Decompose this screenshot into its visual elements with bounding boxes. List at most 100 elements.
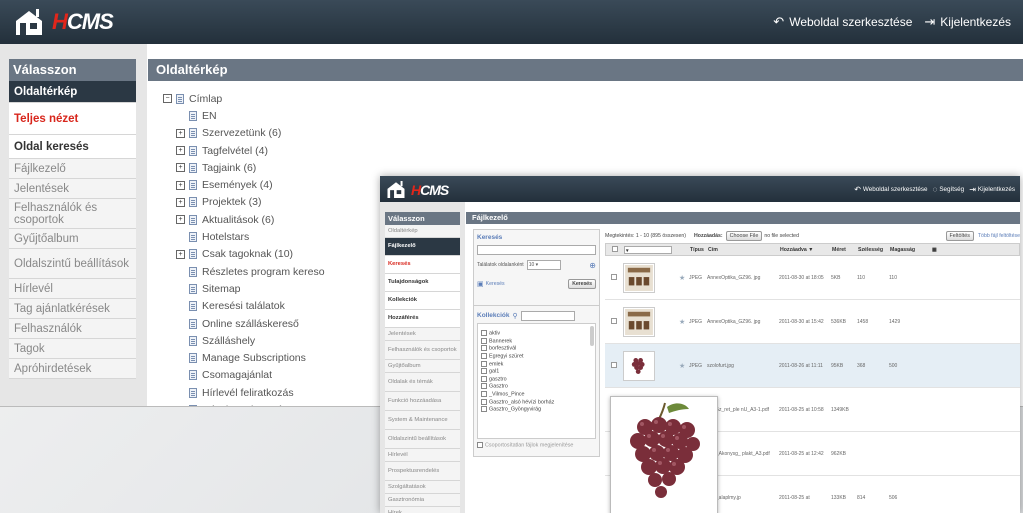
file-title[interactable]: AnnexOptika_GZ96. jpg (707, 275, 779, 281)
sidebar-item-gyujtoalbum[interactable]: Gyűjtőalbum (9, 229, 136, 249)
sidebar-item-aprohirdetesek[interactable]: Apróhirdetések (9, 359, 136, 379)
collection-item[interactable]: Gasztro_Gyöngyvirág (478, 406, 595, 414)
collection-checkbox[interactable] (481, 391, 487, 397)
sidebar-item-jelentesek[interactable]: Jelentések (9, 179, 136, 199)
file-row[interactable]: ★ JPEG AnnexOptika_GZ96. jpg 2011-08-30 at … (605, 300, 1020, 344)
per-page-select[interactable]: 10 ▾ (526, 260, 561, 270)
annex-optika-thumbnail[interactable] (623, 262, 655, 293)
sidebar-item-prospektusrendeles[interactable]: Prospektusrendelés (385, 462, 460, 481)
sidebar-item-funkcio-hozzaadasa[interactable]: Funkció hozzáadása (385, 392, 460, 411)
collection-item[interactable]: gasztro (478, 375, 595, 384)
collections-scrollbar[interactable] (590, 326, 594, 346)
expand-icon[interactable]: + (176, 180, 185, 190)
file-row[interactable]: ★ JPEG szolofurt.jpg 2011-08-26 at 11:11 95K… (605, 344, 1020, 388)
tree-node-tagjaink-6[interactable]: + Tagjaink (6) (163, 159, 493, 176)
choose-file-button[interactable]: Choose File (725, 231, 763, 241)
sidebar-item-fajlkezelo[interactable]: Fájlkezelő (385, 238, 460, 256)
expand-icon[interactable]: + (176, 128, 185, 138)
collection-item[interactable]: Gasztro (478, 383, 595, 391)
search-input[interactable] (477, 245, 596, 255)
file-title[interactable]: szolofurt.jpg (707, 363, 779, 369)
sidebar-item-teljes-nezet[interactable]: Teljes nézet (9, 103, 136, 135)
collapse-icon[interactable]: − (163, 94, 172, 104)
tree-node-cimlap[interactable]: − Címlap (163, 90, 493, 107)
sidebar-item-oldal-kereses[interactable]: Oldal keresés (9, 135, 136, 159)
size-column-header[interactable]: Méret (832, 247, 858, 253)
row-checkbox[interactable] (611, 361, 617, 368)
sidebar-item-kollekciok[interactable]: Kollekciók (385, 292, 460, 310)
sidebar-item-hirlevel[interactable]: Hírlevél (385, 449, 460, 462)
hcms-logo[interactable]: HCMS (386, 181, 449, 198)
help-link[interactable]: ◌ Segítség (933, 185, 965, 194)
view-select[interactable]: ▾ (624, 245, 672, 254)
collection-item[interactable]: aktiv (478, 330, 595, 338)
sidebar-item-hirlevel[interactable]: Hírlevél (9, 279, 136, 299)
collection-checkbox[interactable] (481, 383, 487, 390)
multi-upload-link[interactable]: Több fájl feltöltése (978, 233, 1020, 239)
sidebar-item-tag-ajanlatkeresek[interactable]: Tag ajánlatkérések (9, 299, 136, 319)
sidebar-item-oldalszintu-beallitasok[interactable]: Oldalszintű beállítások (9, 249, 136, 279)
favorite-star-icon[interactable]: ★ (679, 319, 685, 326)
sidebar-item-felhasznalok-es-csoportok[interactable]: Felhasználók és csoportok (9, 199, 136, 229)
logout-link[interactable]: ⇥ Kijelentkezés (924, 14, 1011, 30)
collection-checkbox[interactable] (481, 375, 487, 382)
collection-checkbox[interactable] (481, 337, 487, 344)
sidebar-item-jelentesek[interactable]: Jelentések (385, 328, 460, 341)
sidebar-item-gasztronomia[interactable]: Gasztronómia (385, 494, 460, 507)
sidebar-item-gyujtoalbum[interactable]: Gyűjtőalbum (385, 360, 460, 373)
sidebar-item-oldalszintu-beallitasok[interactable]: Oldalszintű beállítások (385, 430, 460, 449)
annex-optika-thumbnail[interactable] (623, 306, 655, 337)
expand-icon[interactable]: + (176, 249, 185, 259)
sidebar-item-oldalterkep[interactable]: Oldaltérkép (385, 225, 460, 238)
collection-item[interactable]: _Vilmos_Pince (478, 391, 595, 399)
search-button[interactable]: Keresés (568, 279, 596, 289)
grapes-thumbnail[interactable] (623, 350, 655, 381)
row-checkbox[interactable] (611, 317, 617, 324)
expand-icon[interactable]: + (176, 163, 185, 173)
height-column-header[interactable]: Magasság (890, 247, 932, 253)
expand-icon[interactable]: + (176, 215, 185, 225)
edit-site-link[interactable]: ↶ Weboldal szerkesztése (773, 14, 912, 30)
select-all-checkbox[interactable] (612, 245, 618, 252)
sidebar-item-oldalterkep[interactable]: Oldaltérkép (9, 81, 136, 103)
row-checkbox[interactable] (611, 273, 617, 280)
edit-site-link[interactable]: ↶ Weboldal szerkesztése (854, 185, 927, 194)
sidebar-item-fajlkezelo[interactable]: Fájlkezelő (9, 159, 136, 179)
title-column-header[interactable]: Cím (708, 247, 780, 253)
ungrouped-files-toggle[interactable]: Csoportosítatlan fájlok megjelenítése (474, 439, 599, 456)
collection-item[interactable]: Bannerek (478, 337, 595, 346)
tree-node-en[interactable]: EN (163, 107, 493, 124)
width-column-header[interactable]: Szélesség (858, 247, 890, 253)
favorite-star-icon[interactable]: ★ (679, 363, 685, 370)
collection-checkbox[interactable] (481, 345, 487, 352)
save-search-link[interactable]: Keresés (486, 281, 505, 287)
collection-item[interactable]: gal1 (478, 368, 595, 376)
collections-filter-input[interactable] (520, 310, 575, 321)
sidebar-item-szolgaltatasok[interactable]: Szolgáltatások (385, 481, 460, 494)
sidebar-item-felhasznalok-es-csoportok[interactable]: Felhasználók és csoportok (385, 341, 460, 360)
added-column-header[interactable]: Hozzáadva ▼ (780, 247, 832, 253)
sidebar-item-hirek[interactable]: Hírek (385, 507, 460, 513)
sidebar-item-system-maintenance[interactable]: System & Maintenance (385, 411, 460, 430)
upload-button[interactable]: Feltöltés (945, 231, 974, 241)
logout-link[interactable]: ⇥ Kijelentkezés (969, 185, 1015, 194)
collection-checkbox[interactable] (481, 368, 487, 375)
collection-item[interactable]: Egregyi szüret (478, 352, 595, 361)
type-column-header[interactable]: Típus (690, 247, 708, 253)
file-row[interactable]: ★ JPEG AnnexOptika_GZ96. jpg 2011-08-30 at … (605, 256, 1020, 300)
favorite-star-icon[interactable]: ★ (679, 275, 685, 282)
sidebar-item-kereses[interactable]: Keresés (385, 256, 460, 274)
collection-checkbox[interactable] (481, 330, 487, 336)
collection-checkbox[interactable] (481, 406, 487, 413)
collection-checkbox[interactable] (481, 398, 487, 405)
file-title[interactable]: AnnexOptika_GZ96. jpg (707, 319, 779, 325)
tree-node-tagfelvetel-4[interactable]: + Tagfelvétel (4) (163, 142, 493, 159)
tree-node-szervezetunk-6[interactable]: + Szervezetünk (6) (163, 125, 493, 142)
add-circle-icon[interactable]: ⊕ (589, 261, 596, 270)
sidebar-item-tagok[interactable]: Tagok (9, 339, 136, 359)
grid-settings-icon[interactable]: ▦ (932, 247, 944, 253)
collection-item[interactable]: emlek (478, 360, 595, 369)
hcms-logo[interactable]: HCMS (14, 9, 114, 35)
collection-checkbox[interactable] (481, 352, 487, 359)
expand-icon[interactable]: + (176, 197, 185, 207)
